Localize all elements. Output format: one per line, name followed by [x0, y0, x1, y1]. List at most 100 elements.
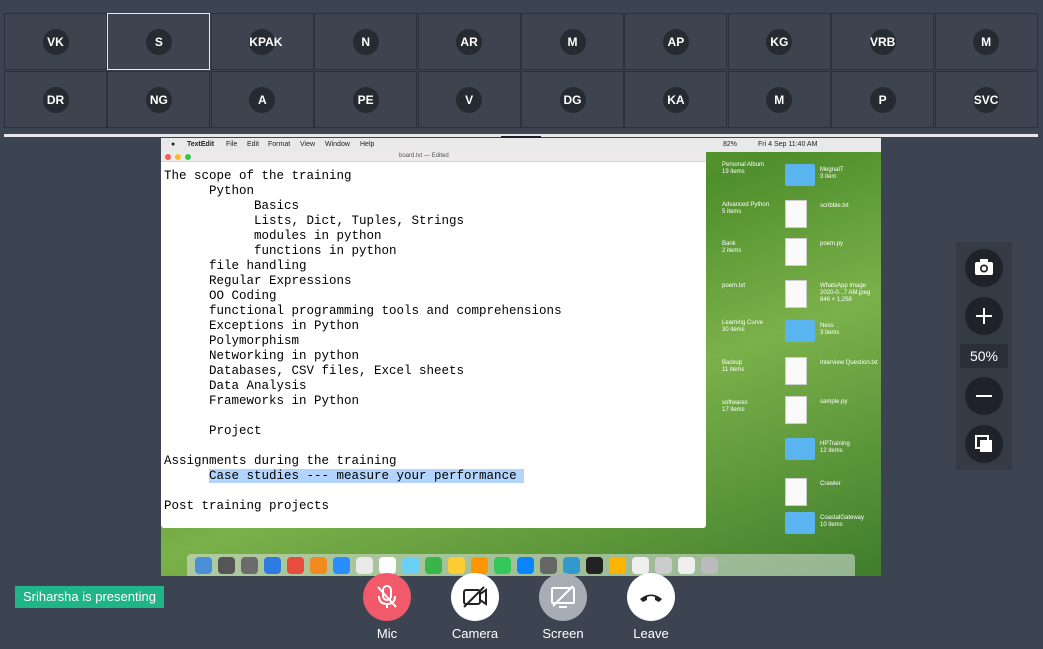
dock-app-icon: [264, 557, 281, 574]
avatar: PE: [352, 86, 379, 113]
dock-app-icon: [195, 557, 212, 574]
desktop-item: poem.txt: [722, 283, 745, 290]
window-titlebar: board.txt — Edited: [161, 152, 706, 162]
dock-app-icon: [379, 557, 396, 574]
participant-tile[interactable]: PE: [314, 71, 418, 128]
participant-tile[interactable]: NG: [107, 71, 211, 128]
participant-tile[interactable]: M: [521, 13, 624, 70]
desktop-item: poem.py: [820, 241, 878, 248]
dock-app-icon: [586, 557, 603, 574]
leave-label: Leave: [633, 626, 669, 641]
desktop-item-label: poem.txt: [722, 283, 746, 289]
doc-body: The scope of the training Python Basics …: [164, 169, 562, 468]
copy-windows-icon: [975, 435, 992, 452]
dock-app-icon: [356, 557, 373, 574]
menu-help: Help: [360, 141, 375, 148]
dock-app-icon: [540, 557, 557, 574]
desktop-item-label: CoastalGateway: [820, 515, 865, 521]
camera-button[interactable]: [451, 573, 499, 621]
participant-tile[interactable]: KPAK: [210, 13, 314, 70]
textedit-window: board.txt — Edited The scope of the trai…: [161, 152, 706, 528]
participant-tile[interactable]: S: [107, 13, 211, 70]
participant-tile[interactable]: VRB: [831, 13, 935, 70]
plus-icon: [976, 308, 992, 324]
presenting-badge: Sriharsha is presenting: [15, 586, 164, 608]
zoom-controls: 50%: [956, 242, 1012, 470]
file-icon: [785, 200, 807, 228]
desktop-item-label: softwares: [722, 400, 748, 406]
avatar: VK: [42, 28, 69, 55]
dock-app-icon: [402, 557, 419, 574]
desktop-item-label: scribble.txt: [820, 203, 849, 209]
avatar: KA: [662, 86, 689, 113]
avatar: KG: [766, 28, 793, 55]
participant-tile[interactable]: P: [831, 71, 935, 128]
file-icon: [785, 357, 807, 385]
participant-grid: VK S KPAK N AR M AP KG VRB M DR NG A PE V DG KA M P SVC: [4, 13, 1038, 129]
screen-share-off-icon: [551, 585, 575, 608]
battery-level: 82%: [723, 141, 738, 148]
avatar: KPAK: [249, 28, 282, 55]
participant-tile[interactable]: N: [314, 13, 418, 70]
dock-app-icon: [563, 557, 580, 574]
menu-window: Window: [325, 141, 350, 148]
fit-screen-button[interactable]: [965, 425, 1003, 463]
folder-icon: [785, 320, 815, 342]
leave-button[interactable]: [627, 573, 675, 621]
minus-icon: [976, 395, 992, 397]
desktop-item: sample.py: [820, 399, 878, 406]
participant-tile[interactable]: DG: [521, 71, 624, 128]
participant-tile[interactable]: VK: [4, 13, 107, 70]
desktop-item: Learning Curve 30 items: [722, 320, 763, 334]
menubar-datetime: Fri 4 Sep 11:40 AM: [758, 141, 818, 148]
participant-tile[interactable]: A: [210, 71, 314, 128]
screen-share-button[interactable]: [539, 573, 587, 621]
dock-app-icon: [517, 557, 534, 574]
participant-tile[interactable]: V: [417, 71, 521, 128]
dock-app-icon: [701, 557, 718, 574]
avatar: M: [559, 28, 586, 55]
dock-app-icon: [287, 557, 304, 574]
desktop-item-label: Interview Question.txt: [820, 360, 878, 366]
desktop-item-sub: 10 items: [820, 522, 843, 528]
desktop-item: HPTraining 12 items: [820, 441, 878, 455]
desktop-item: Bank 2 items: [722, 241, 741, 255]
camera-snapshot-icon: [975, 259, 993, 275]
participant-tile[interactable]: AR: [417, 13, 521, 70]
zoom-out-button[interactable]: [965, 377, 1003, 415]
snapshot-button[interactable]: [965, 249, 1003, 287]
desktop-item: MegnaIT 3 item: [820, 167, 878, 181]
participant-tile[interactable]: KA: [624, 71, 728, 128]
desktop-item: softwares 17 items: [722, 400, 748, 414]
zoom-in-button[interactable]: [965, 297, 1003, 335]
folder-icon: [785, 438, 815, 460]
desktop-item: Ness 3 items: [820, 323, 878, 337]
avatar: NG: [145, 86, 172, 113]
folder-icon: [785, 164, 815, 186]
desktop-item-sub: 2 items: [722, 248, 742, 254]
desktop-item-label: Crawler: [820, 481, 841, 487]
screen-label: Screen: [542, 626, 584, 641]
dock-app-icon: [655, 557, 672, 574]
doc-body-end: Post training projects: [164, 499, 330, 513]
folder-icon: [785, 512, 815, 534]
participant-tile[interactable]: M: [727, 71, 831, 128]
participant-tile[interactable]: KG: [727, 13, 831, 70]
dock-app-icon: [333, 557, 350, 574]
avatar: S: [145, 28, 172, 55]
file-icon: [785, 396, 807, 424]
participant-tile[interactable]: SVC: [934, 71, 1038, 128]
desktop-item: Interview Question.txt: [820, 360, 878, 367]
mic-button[interactable]: [363, 573, 411, 621]
desktop-item-label: sample.py: [820, 399, 848, 405]
desktop-item-sub: 19 items: [722, 169, 745, 175]
desktop-item-label: Bank: [722, 241, 736, 247]
desktop-item-label: HPTraining: [820, 441, 850, 447]
desktop-item: scribble.txt: [820, 203, 878, 210]
participant-tile[interactable]: DR: [4, 71, 107, 128]
dock-app-icon: [471, 557, 488, 574]
participant-tile[interactable]: M: [934, 13, 1038, 70]
camera-off-icon: [463, 586, 487, 608]
file-icon: [785, 478, 807, 506]
participant-tile[interactable]: AP: [624, 13, 728, 70]
